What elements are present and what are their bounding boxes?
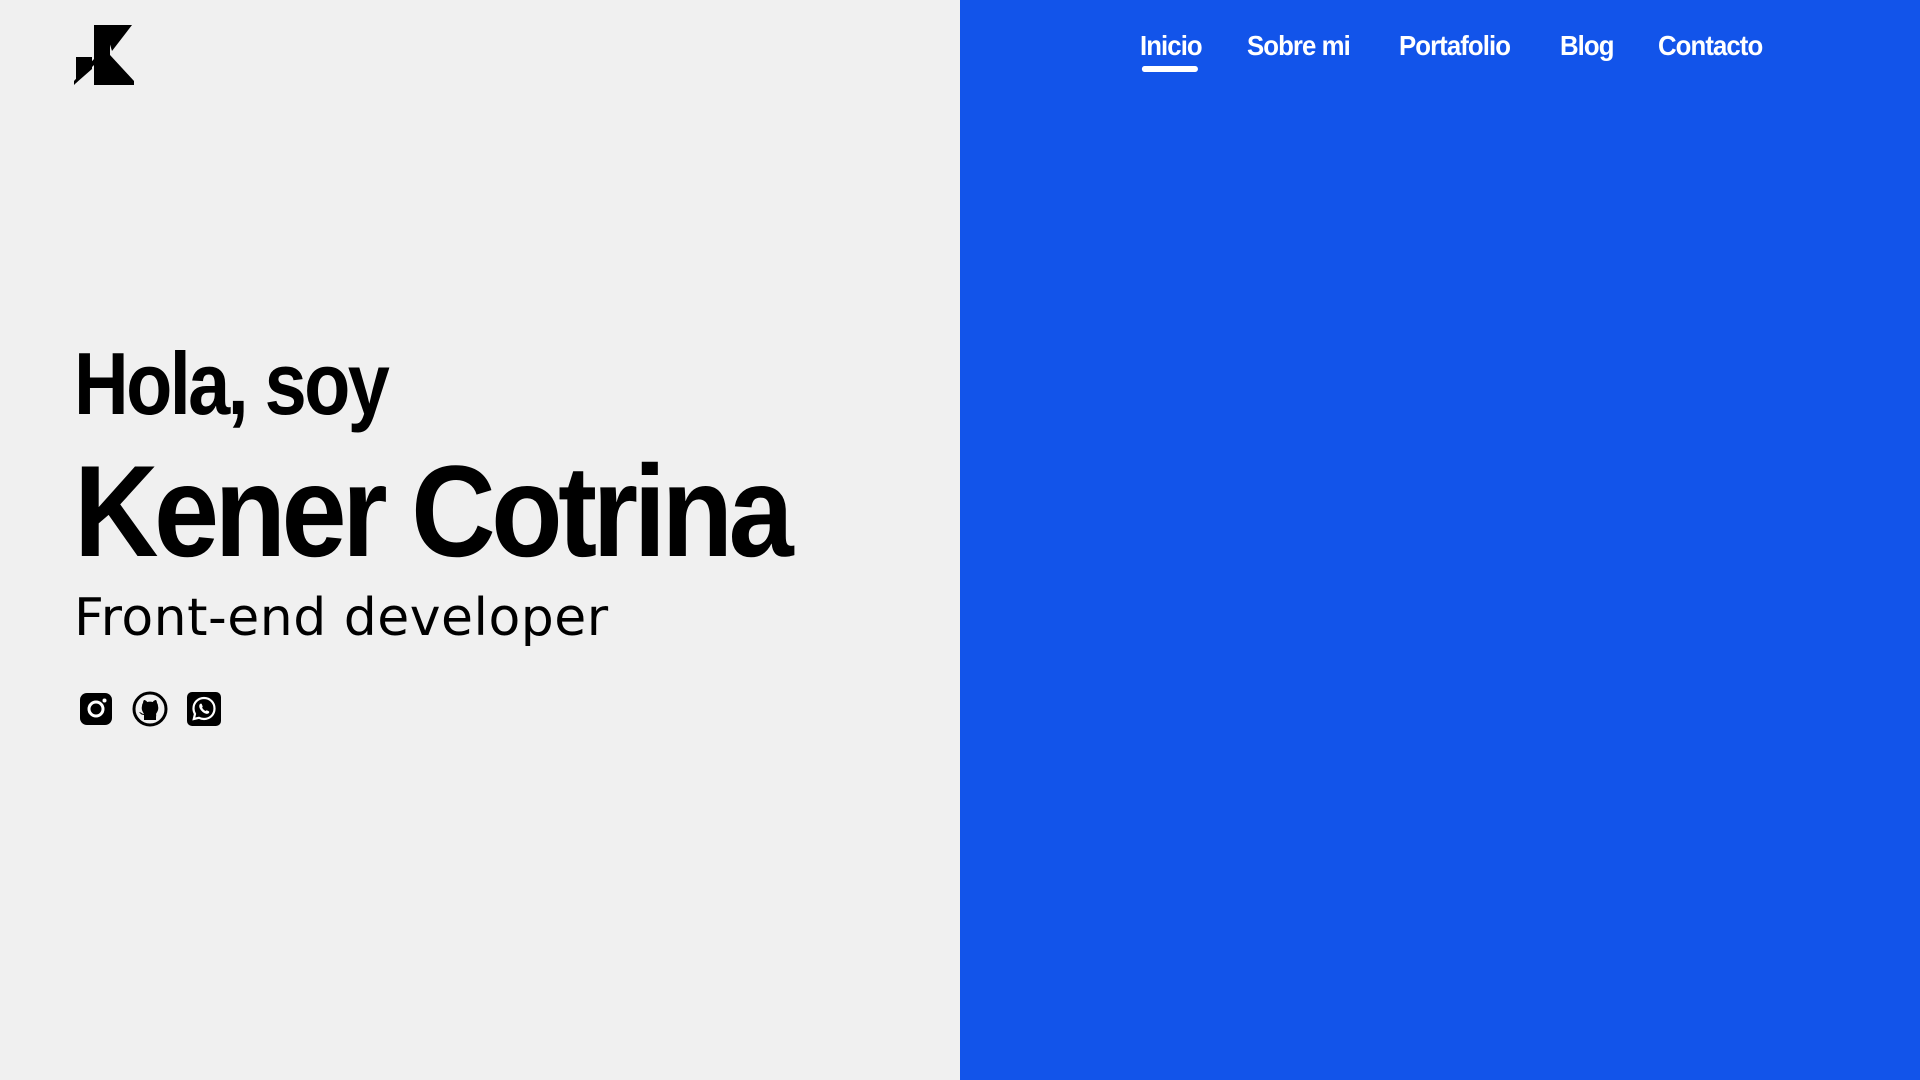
nav-item-sobre-mi[interactable]: Sobre mi <box>1247 30 1351 70</box>
social-links <box>78 691 869 727</box>
github-link[interactable] <box>132 691 168 727</box>
nav-item-contacto[interactable]: Contacto <box>1658 30 1763 70</box>
hero-panel: Hola, soy Kener Cotrina Front-end develo… <box>0 0 960 1080</box>
nav-item-inicio[interactable]: Inicio <box>1140 30 1203 72</box>
whatsapp-link[interactable] <box>186 691 222 727</box>
name-heading: Kener Cotrina <box>74 438 794 584</box>
page: Hola, soy Kener Cotrina Front-end develo… <box>0 0 1920 1080</box>
greeting-text: Hola, soy <box>74 334 390 433</box>
nav-item-portafolio[interactable]: Portafolio <box>1399 30 1511 70</box>
hero-content: Hola, soy Kener Cotrina Front-end develo… <box>74 340 869 727</box>
main-nav: Inicio Sobre mi Portafolio Blog Contacto <box>1140 30 1771 72</box>
github-icon <box>132 691 168 727</box>
logo-link[interactable] <box>74 25 136 85</box>
visual-panel: Inicio Sobre mi Portafolio Blog Contacto <box>960 0 1920 1080</box>
role-text: Front-end developer <box>74 588 609 648</box>
instagram-link[interactable] <box>78 691 114 727</box>
kc-monogram-icon <box>74 25 134 85</box>
nav-item-blog[interactable]: Blog <box>1560 30 1614 70</box>
instagram-icon <box>80 693 112 726</box>
whatsapp-icon <box>187 692 221 727</box>
